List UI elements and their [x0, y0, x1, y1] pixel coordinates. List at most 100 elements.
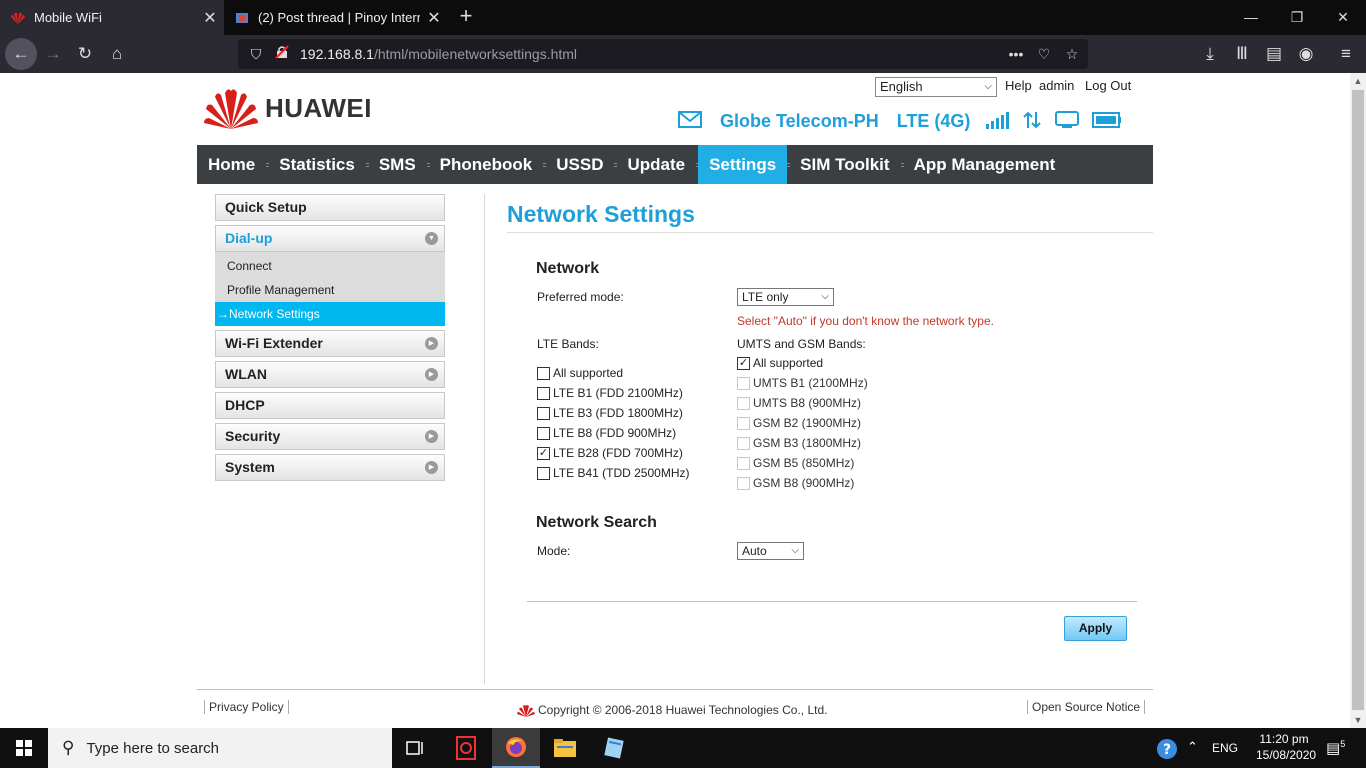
close-tab-icon[interactable]: ✕: [196, 8, 224, 28]
router-page: English ⌵ Help admin Log Out HUAWEI Glob…: [0, 73, 1350, 728]
forward-icon[interactable]: →: [38, 39, 68, 69]
new-tab-button[interactable]: +: [452, 4, 480, 30]
downloads-icon[interactable]: ⤓: [1195, 39, 1225, 69]
gsm-band-b8-checkbox[interactable]: GSM B8 (900MHz): [737, 476, 854, 490]
gsm-band-b3-checkbox[interactable]: GSM B3 (1800MHz): [737, 436, 861, 450]
sidebar-item-wifi-extender[interactable]: Wi-Fi Extender ▶: [215, 330, 445, 357]
nav-settings[interactable]: Settings: [698, 145, 788, 184]
task-view-icon[interactable]: [392, 728, 440, 768]
search-placeholder: Type here to search: [86, 739, 220, 757]
checkbox-label: GSM B3 (1800MHz): [753, 436, 862, 450]
sidebar-item-system[interactable]: System ▶: [215, 454, 445, 481]
insecure-lock-icon[interactable]: [272, 44, 292, 64]
umts-band-all-checkbox[interactable]: ✓ All supported: [737, 356, 823, 370]
preferred-mode-select[interactable]: LTE only ⌵: [737, 288, 834, 306]
help-link[interactable]: Help: [1005, 78, 1032, 93]
umts-band-b1-checkbox[interactable]: UMTS B1 (2100MHz): [737, 376, 868, 390]
antivirus-app-icon[interactable]: [442, 728, 490, 768]
sidebar-item-wlan[interactable]: WLAN ▶: [215, 361, 445, 388]
bookmark-star-icon[interactable]: ☆: [1062, 44, 1082, 64]
url-bar[interactable]: ⛉ 192.168.8.1/html/mobilenetworksettings…: [238, 39, 1088, 69]
checkbox-box: [737, 436, 750, 450]
language-select[interactable]: English ⌵: [875, 77, 997, 97]
apply-button[interactable]: Apply: [1064, 616, 1127, 641]
nav-ussd[interactable]: USSD: [545, 145, 614, 184]
help-tray-icon[interactable]: ?: [1156, 738, 1178, 763]
gsm-band-b5-checkbox[interactable]: GSM B5 (850MHz): [737, 456, 854, 470]
brand-name: HUAWEI: [265, 92, 372, 123]
clock[interactable]: 11:20 pm 15/08/2020: [1256, 732, 1316, 762]
windows-start-icon[interactable]: [0, 728, 48, 768]
nav-sim-toolkit[interactable]: SIM Toolkit: [789, 145, 900, 184]
nav-statistics[interactable]: Statistics: [268, 145, 366, 184]
sidebar-item-label: System: [225, 459, 275, 475]
sidebar-subitem-connect[interactable]: Connect: [215, 254, 445, 278]
sidebar-item-dialup[interactable]: Dial-up ▼: [215, 225, 445, 252]
close-tab-icon[interactable]: ✕: [420, 8, 448, 28]
notifications-icon[interactable]: ▤5: [1326, 739, 1345, 757]
lte-band-b41-checkbox[interactable]: LTE B41 (TDD 2500MHz): [537, 466, 689, 480]
url-text[interactable]: 192.168.8.1/html/mobilenetworksettings.h…: [300, 46, 577, 62]
sidebar-subitem-profile-management[interactable]: Profile Management: [215, 278, 445, 302]
scroll-down-icon[interactable]: ▼: [1350, 712, 1366, 728]
nav-phonebook[interactable]: Phonebook: [429, 145, 544, 184]
notes-app-icon[interactable]: [590, 728, 638, 768]
page-scrollbar[interactable]: ▲ ▼: [1350, 73, 1366, 728]
nav-update[interactable]: Update: [616, 145, 696, 184]
gsm-band-b2-checkbox[interactable]: GSM B2 (1900MHz): [737, 416, 861, 430]
minimize-icon[interactable]: —: [1228, 0, 1274, 35]
umts-band-b8-checkbox[interactable]: UMTS B8 (900MHz): [737, 396, 861, 410]
pocket-icon[interactable]: ♡: [1034, 44, 1054, 64]
taskbar-search-box[interactable]: ⚲ Type here to search: [48, 728, 392, 768]
input-language[interactable]: ENG: [1212, 741, 1238, 755]
close-window-icon[interactable]: ✕: [1320, 0, 1366, 35]
tab-pinoy-internet[interactable]: (2) Post thread | Pinoy Internet ✕: [224, 0, 448, 35]
windows-taskbar: ⚲ Type here to search ? ⌃ ENG 11:20 pm 1…: [0, 728, 1366, 768]
file-explorer-icon[interactable]: [541, 728, 589, 768]
show-hidden-icons-icon[interactable]: ⌃: [1187, 739, 1198, 755]
sidebar-subitem-network-settings[interactable]: →Network Settings: [215, 302, 445, 326]
firefox-app-icon[interactable]: [492, 728, 540, 768]
browser-window: Mobile WiFi ✕ (2) Post thread | Pinoy In…: [0, 0, 1366, 728]
nav-sms[interactable]: SMS: [368, 145, 427, 184]
lte-band-b3-checkbox[interactable]: LTE B3 (FDD 1800MHz): [537, 406, 683, 420]
lte-band-b8-checkbox[interactable]: LTE B8 (FDD 900MHz): [537, 426, 676, 440]
checkbox-label: GSM B2 (1900MHz): [753, 416, 862, 430]
language-value: English: [880, 79, 923, 94]
search-mode-value: Auto: [742, 544, 767, 558]
expand-arrow-icon: ▶: [425, 337, 438, 350]
scrollbar-thumb[interactable]: [1352, 90, 1364, 710]
title-divider: [507, 232, 1153, 233]
library-icon[interactable]: Ⅲ: [1227, 39, 1257, 69]
sidebar-item-dhcp[interactable]: DHCP: [215, 392, 445, 419]
lte-band-b28-checkbox[interactable]: ✓ LTE B28 (FDD 700MHz): [537, 446, 683, 460]
tab-mobile-wifi[interactable]: Mobile WiFi ✕: [0, 0, 224, 35]
nav-app-management[interactable]: App Management: [903, 145, 1067, 184]
shield-icon[interactable]: ⛉: [246, 44, 266, 64]
account-icon[interactable]: ◉: [1291, 39, 1321, 69]
sidebar-item-label: WLAN: [225, 366, 267, 382]
home-icon[interactable]: ⌂: [102, 39, 132, 69]
lte-band-b1-checkbox[interactable]: LTE B1 (FDD 2100MHz): [537, 386, 683, 400]
nav-home[interactable]: Home: [197, 145, 266, 184]
maximize-icon[interactable]: ❐: [1274, 0, 1320, 35]
sidebar-item-quick-setup[interactable]: Quick Setup: [215, 194, 445, 221]
sms-envelope-icon[interactable]: [678, 111, 702, 131]
back-icon[interactable]: ←: [5, 38, 37, 70]
open-source-notice-link[interactable]: Open Source Notice: [1027, 700, 1146, 714]
logout-link[interactable]: Log Out: [1085, 78, 1131, 93]
checkbox-label: LTE B28 (FDD 700MHz): [553, 446, 683, 460]
menu-icon[interactable]: ≡: [1331, 39, 1361, 69]
more-actions-icon[interactable]: •••: [1006, 44, 1026, 64]
reload-icon[interactable]: ↻: [70, 39, 100, 69]
signal-strength-icon: [986, 111, 1012, 132]
lte-band-all-checkbox[interactable]: All supported: [537, 366, 623, 380]
sidebar-item-security[interactable]: Security ▶: [215, 423, 445, 450]
checkbox-label: LTE B8 (FDD 900MHz): [553, 426, 677, 440]
checkbox-label: UMTS B8 (900MHz): [753, 396, 862, 410]
scroll-up-icon[interactable]: ▲: [1350, 73, 1366, 89]
sidebar-toggle-icon[interactable]: ▤: [1259, 39, 1289, 69]
page-title: Network Settings: [507, 201, 695, 227]
search-mode-select[interactable]: Auto ⌵: [737, 542, 804, 560]
privacy-policy-link[interactable]: Privacy Policy: [204, 700, 289, 714]
